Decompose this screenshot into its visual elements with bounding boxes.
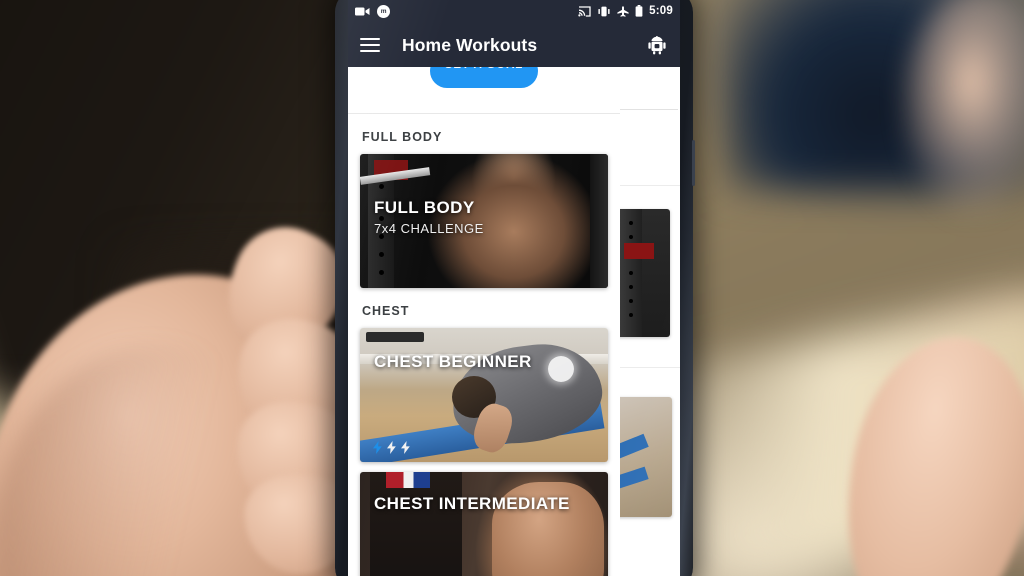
cast-icon (578, 5, 591, 17)
robot-icon[interactable] (646, 34, 668, 56)
card-artwork (360, 472, 608, 576)
phone-screen: m 5:09 Home Workouts FULL BODY FULL BODY… (348, 0, 680, 576)
app-badge-icon: m (377, 4, 390, 18)
section-header-chest: CHEST (362, 304, 410, 318)
card-subtitle: 7x4 CHALLENGE (374, 220, 484, 236)
bolt-icon-inactive (387, 441, 396, 454)
bolt-icon-active (373, 441, 382, 454)
bolt-icon-inactive (401, 441, 410, 454)
workout-card-full-body[interactable]: FULL BODY 7x4 CHALLENGE (360, 154, 608, 288)
touch-indicator (548, 356, 574, 382)
app-bar: Home Workouts (348, 23, 680, 67)
workout-card-chest-intermediate[interactable]: CHEST INTERMEDIATE (360, 472, 608, 576)
scroll-content[interactable]: pe (348, 67, 680, 576)
card-title: CHEST INTERMEDIATE (374, 494, 570, 513)
vibrate-icon (597, 6, 611, 17)
difficulty-indicator (372, 441, 411, 454)
workout-card-chest-beginner[interactable]: CHEST BEGINNER (360, 328, 608, 462)
phone-device: m 5:09 Home Workouts FULL BODY FULL BODY… (335, 0, 695, 576)
phone-side-button[interactable] (692, 140, 695, 186)
page-title: Home Workouts (402, 34, 538, 55)
video-recording-icon (355, 6, 370, 17)
card-title: FULL BODY (374, 198, 475, 217)
hamburger-menu-icon[interactable] (360, 38, 380, 52)
battery-icon (635, 5, 643, 17)
section-header-full-body: FULL BODY (362, 130, 443, 144)
photo-scene: m 5:09 Home Workouts FULL BODY FULL BODY… (0, 0, 1024, 576)
status-bar: m 5:09 (348, 0, 680, 23)
airplane-mode-icon (617, 5, 629, 17)
set-a-goal-button[interactable]: SET A GOAL (430, 67, 538, 88)
workout-list: SET A GOAL FULL BODY (348, 67, 620, 576)
goal-button-row: SET A GOAL (348, 67, 620, 101)
status-bar-clock: 5:09 (649, 5, 673, 17)
